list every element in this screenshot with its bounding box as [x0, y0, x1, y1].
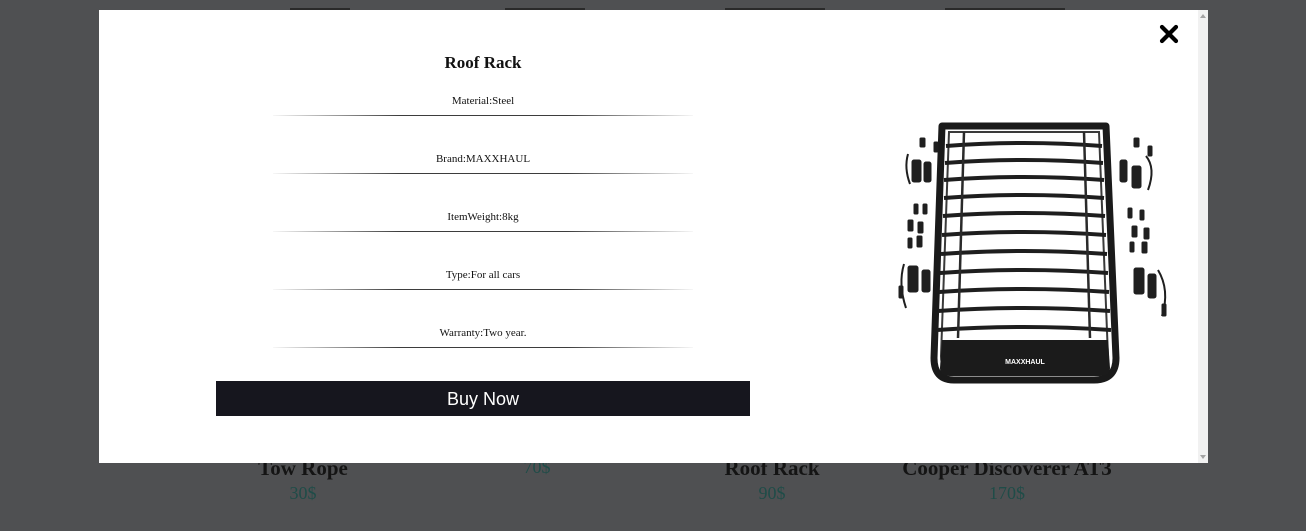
spec-list: Material:Steel Brand:MAXXHAUL ItemWeight…	[273, 90, 693, 380]
close-button[interactable]	[1159, 24, 1179, 44]
scroll-up-arrow-icon[interactable]	[1200, 14, 1206, 18]
spec-text: ItemWeight:8kg	[447, 211, 519, 223]
product-price: 30$	[289, 483, 317, 503]
modal-title: Roof Rack	[444, 53, 522, 72]
buy-now-button[interactable]: Buy Now	[216, 381, 750, 416]
product-card-roof-rack[interactable]: Roof Rack 90$	[662, 456, 882, 504]
spec-item-type: Type:For all cars	[273, 264, 693, 322]
spec-divider	[273, 173, 693, 174]
product-detail-modal: Roof Rack Material:Steel Brand:MAXXHAUL …	[99, 10, 1208, 463]
spec-item-weight: ItemWeight:8kg	[273, 206, 693, 264]
product-price: 90$	[758, 483, 786, 503]
scroll-down-arrow-icon[interactable]	[1200, 455, 1206, 459]
roof-rack-illustration: MAXXHAUL	[898, 122, 1167, 384]
spec-item-warranty: Warranty:Two year.	[273, 322, 693, 380]
spec-text: Material:Steel	[451, 95, 515, 107]
spec-divider	[273, 289, 693, 290]
spec-text: Type:For all cars	[445, 269, 521, 281]
spec-text: Brand:MAXXHAUL	[435, 153, 531, 165]
product-price: 170$	[989, 483, 1025, 503]
product-card-cooper-discoverer[interactable]: Cooper Discoverer AT3 170$	[897, 456, 1117, 504]
product-card-tow-rope[interactable]: Tow Rope 30$	[193, 456, 413, 504]
spec-item-material: Material:Steel	[273, 90, 693, 148]
spec-text: Warranty:Two year.	[439, 327, 527, 339]
modal-scrollbar[interactable]	[1198, 10, 1208, 463]
product-image-roof-rack: MAXXHAUL	[894, 118, 1179, 390]
spec-item-brand: Brand:MAXXHAUL	[273, 148, 693, 206]
spec-divider	[273, 347, 693, 348]
spec-divider	[273, 231, 693, 232]
rack-brand-label: MAXXHAUL	[1005, 359, 1045, 366]
spec-divider	[273, 115, 693, 116]
close-x-icon	[1159, 24, 1179, 44]
